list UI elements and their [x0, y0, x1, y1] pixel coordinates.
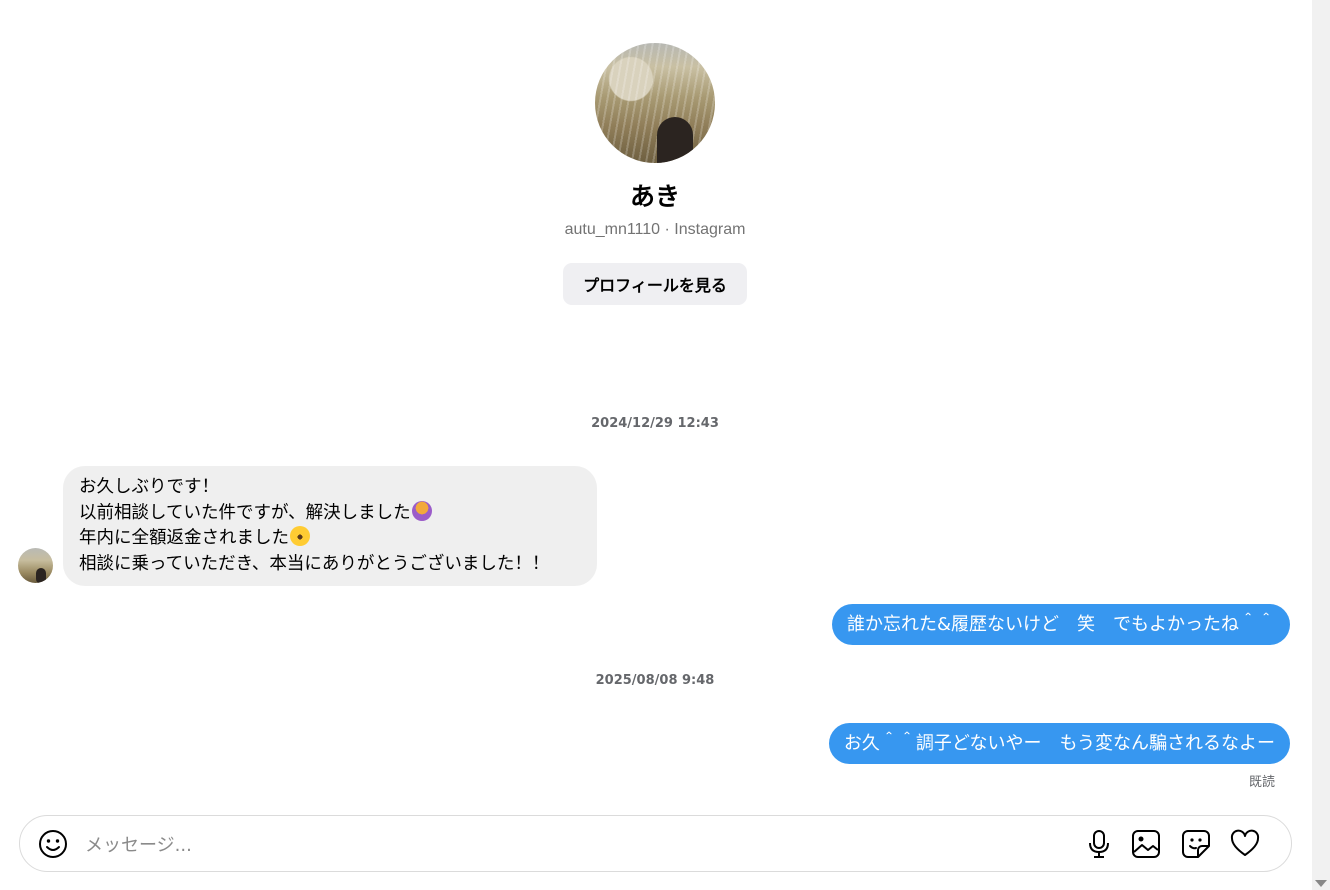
profile-header: あき autu_mn1110 · Instagram プロフィールを見る [0, 43, 1310, 305]
profile-avatar[interactable] [595, 43, 715, 163]
scroll-down-arrow-icon[interactable] [1315, 880, 1327, 887]
image-icon[interactable] [1130, 828, 1162, 860]
message-composer [19, 815, 1292, 872]
outgoing-message-bubble[interactable]: 誰か忘れた&履歴ないけど 笑 でもよかったね＾＾ [831, 604, 1290, 645]
profile-name: あき [629, 182, 680, 211]
page-scrollbar[interactable] [1312, 0, 1330, 890]
timestamp: 2025/08/08 9:48 [595, 673, 715, 688]
profile-username: autu_mn1110 · Instagram [564, 221, 746, 238]
timestamp: 2024/12/29 12:43 [591, 416, 719, 431]
incoming-message-bubble[interactable]: お久しぶりです！ 以前相談していた件ですが、解決しました 年内に全額返金されまし… [63, 466, 597, 586]
crying-face-icon [290, 526, 310, 546]
outgoing-message-bubble[interactable]: お久＾＾調子どないやー もう変なん騙されるなよー [828, 723, 1290, 764]
view-profile-button[interactable]: プロフィールを見る [563, 263, 747, 305]
emoji-icon[interactable] [38, 829, 68, 859]
person-gesturing-icon [411, 500, 432, 521]
message-input[interactable] [83, 826, 987, 864]
sticker-icon[interactable] [1180, 828, 1212, 860]
message-line: 相談に乗っていただき、本当にありがとうございました！！ [79, 553, 550, 574]
sender-avatar[interactable] [18, 548, 53, 583]
read-receipt: 既読 [1248, 775, 1275, 790]
heart-icon[interactable] [1229, 828, 1261, 860]
message-line: 以前相談していた件ですが、解決しました [79, 502, 411, 523]
message-line: 年内に全額返金されました [79, 528, 289, 548]
message-line: お久しぶりです！ [79, 477, 219, 497]
microphone-icon[interactable] [1083, 828, 1115, 860]
